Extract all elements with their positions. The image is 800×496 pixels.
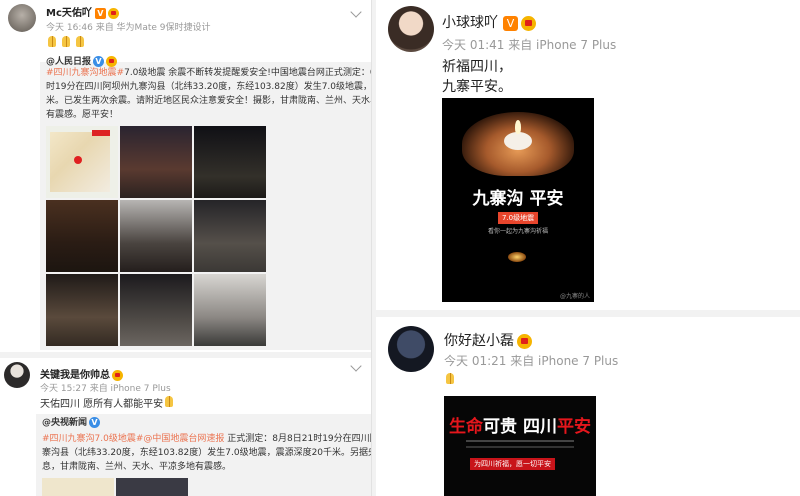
post-time: 今天 01:21: [444, 354, 507, 368]
chevron-down-icon[interactable]: [350, 360, 362, 372]
post-body: 天佑四川 愿所有人都能平安: [40, 399, 164, 410]
author-name[interactable]: 关键我是你帅总: [40, 370, 110, 381]
poster-red-text: 平安: [556, 417, 591, 437]
map-image[interactable]: [46, 126, 118, 198]
verified-icon: V: [89, 417, 101, 428]
repost-text: 7.0级地震 余震不断转发提醒爱安全!中国地震台网正式测定：08月08日21: [124, 68, 371, 78]
post-author[interactable]: Mc天佑吖 V: [46, 4, 119, 19]
candle-poster-image[interactable]: 九寨沟 平安 7.0级地震 看你一起为九寨沟祈福 @九寨的人: [442, 98, 594, 302]
repost-text: 米。已发生两次余震。请附近地区民众注意爱安全！摄影，甘肃陇南、兰州、天水、平凉等…: [46, 96, 371, 106]
crown-icon: [517, 333, 532, 349]
pray-icon: [60, 35, 72, 47]
photo-thumb[interactable]: [194, 274, 266, 346]
left-feed: Mc天佑吖 V 今天 16:46 来自 华为Mate 9保时捷设计 #四川九寨沟地…: [0, 0, 372, 496]
pray-emoji-row: [46, 32, 88, 51]
repost-author-name[interactable]: @人民日报: [46, 57, 91, 67]
photo-thumb[interactable]: [194, 126, 266, 198]
post-source: 来自 iPhone 7 Plus: [508, 38, 617, 52]
photo-thumb[interactable]: [46, 200, 118, 272]
post-meta: 今天 15:27 来自 iPhone 7 Plus: [40, 381, 171, 394]
repost-text: 寨沟县（北纬33.20度，东经103.82度）发生7.0级地震，震源深度20千米…: [42, 448, 371, 458]
post-meta: 今天 01:41 来自 iPhone 7 Plus: [442, 36, 616, 53]
verified-icon: V: [93, 56, 105, 67]
poster-white-text: 可贵: [483, 417, 518, 437]
avatar[interactable]: [388, 326, 434, 372]
repost-author[interactable]: @人民日报 V: [46, 55, 246, 69]
post-divider: [376, 310, 800, 317]
photo-thumb[interactable]: [46, 274, 118, 346]
pray-icon: [444, 372, 459, 387]
pray-icon: [46, 35, 58, 47]
hashtag-link[interactable]: #四川九寨沟地震#: [46, 68, 124, 78]
life-poster-image[interactable]: 生命可贵 四川平安 为四川祈福，愿一切平安: [444, 396, 596, 496]
poster-white-text: 四川: [522, 417, 557, 437]
post-body: 祈福四川，: [442, 59, 512, 75]
repost-card[interactable]: #四川九寨沟地震#7.0级地震 余震不断转发提醒爱安全!中国地震台网正式测定：0…: [40, 56, 372, 350]
poster-title: 九寨沟 平安: [472, 189, 564, 209]
chevron-down-icon[interactable]: [350, 6, 362, 18]
repost-line: #四川九寨沟7.0级地震#@中国地震台网速报 正式测定：8月8日21时19分在四…: [42, 432, 371, 446]
poster-headline: 生命可贵 四川平安: [444, 412, 596, 437]
photo-thumb[interactable]: [120, 126, 192, 198]
map-image[interactable]: [42, 478, 114, 496]
poster-badge: 7.0级地震: [498, 212, 539, 224]
post-source: 来自 华为Mate 9保时捷设计: [95, 23, 211, 33]
author-name[interactable]: 小球球吖: [442, 15, 498, 31]
poster-red-text: 生命: [449, 417, 484, 437]
photo-thumb[interactable]: [194, 200, 266, 272]
post-time: 今天 15:27: [40, 384, 87, 394]
watermark: @九寨的人: [559, 293, 590, 300]
avatar[interactable]: [4, 362, 30, 388]
hashtag-link[interactable]: #四川九寨沟7.0级地震#: [42, 434, 143, 444]
repost-card[interactable]: @央视新闻 V #四川九寨沟7.0级地震#@中国地震台网速报 正式测定：8月8日2…: [36, 414, 371, 496]
pray-emoji-row: [444, 372, 461, 391]
crown-icon: [521, 15, 536, 31]
pray-icon: [74, 35, 86, 47]
author-name[interactable]: 你好赵小磊: [444, 333, 514, 349]
vip-badge-icon: V: [94, 7, 106, 19]
post-author[interactable]: 关键我是你帅总: [40, 366, 123, 381]
crown-icon: [106, 56, 118, 67]
repost-text: 时19分在四川阿坝州九寨沟县（北纬33.20度，东经103.82度）发生7.0级…: [46, 82, 372, 92]
post-text: 天佑四川 愿所有人都能平安: [40, 395, 177, 410]
avatar[interactable]: [388, 6, 434, 52]
post-time: 今天 01:41: [442, 38, 505, 52]
photo-thumb[interactable]: [120, 274, 192, 346]
post-author[interactable]: 小球球吖 V: [442, 12, 536, 32]
post-author[interactable]: 你好赵小磊: [444, 330, 532, 350]
author-name[interactable]: Mc天佑吖: [46, 8, 92, 19]
photo-thumb[interactable]: [120, 200, 192, 272]
repost-text: 有震感。愿平安！: [46, 110, 119, 120]
repost-author[interactable]: @央视新闻 V: [42, 416, 101, 430]
avatar[interactable]: [8, 4, 36, 32]
post-body: 九寨平安。: [442, 79, 512, 95]
poster-tag: 为四川祈福，愿一切平安: [470, 458, 555, 470]
repost-text: 正式测定：8月8日21时19分在四川阿坝州九: [227, 434, 371, 444]
crown-icon: [107, 7, 119, 19]
poster-subtitle: 看你一起为九寨沟祈福: [487, 228, 548, 235]
post-source: 来自 iPhone 7 Plus: [510, 354, 619, 368]
repost-text: 息，甘肃陇南、兰州、天水、平凉多地有震感。: [42, 462, 232, 472]
post-divider: [0, 352, 371, 358]
vip-badge-icon: V: [503, 15, 518, 31]
right-feed: 小球球吖 V 今天 01:41 来自 iPhone 7 Plus 祈福四川， 九寨…: [376, 0, 800, 496]
pray-icon: [163, 395, 175, 407]
post-meta: 今天 01:21 来自 iPhone 7 Plus: [444, 352, 618, 369]
mention-link[interactable]: @中国地震台网速报: [143, 434, 224, 444]
crown-icon: [112, 369, 123, 381]
repost-author-name[interactable]: @央视新闻: [42, 418, 87, 428]
post-source: 来自 iPhone 7 Plus: [89, 384, 171, 394]
photo-thumb[interactable]: [116, 478, 188, 496]
